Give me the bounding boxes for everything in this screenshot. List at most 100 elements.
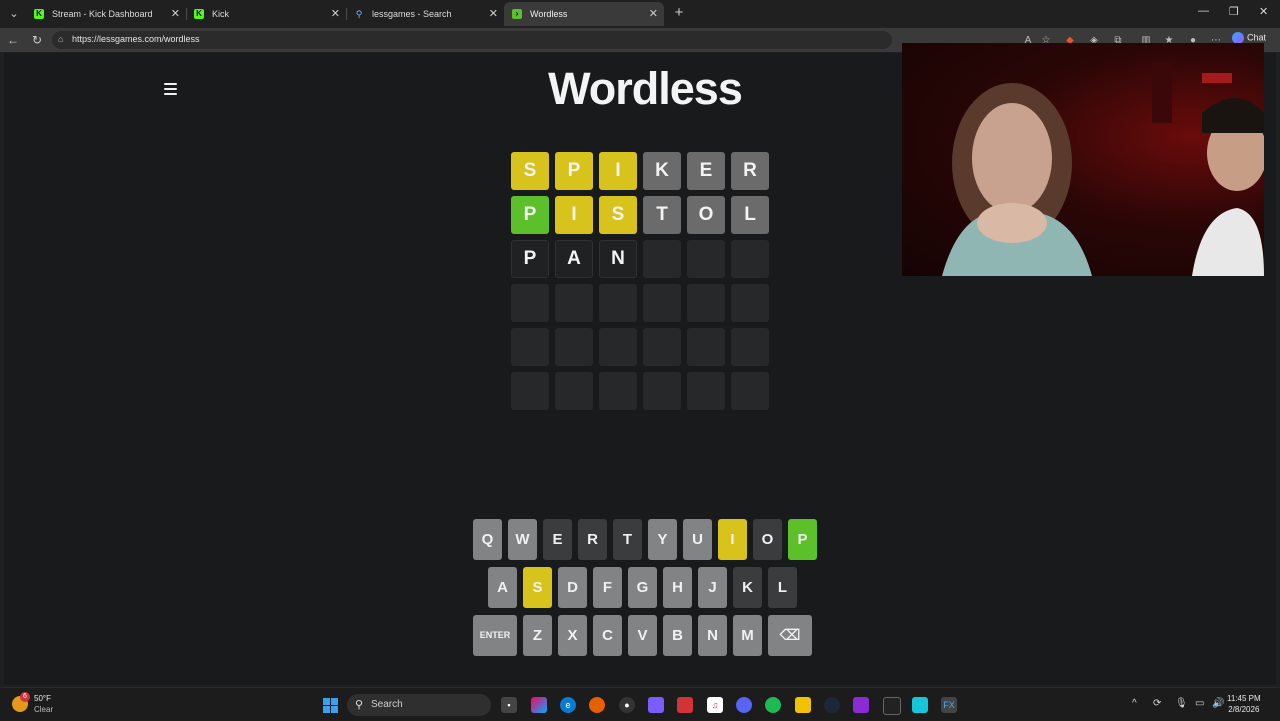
file-explorer-icon[interactable] [795,697,811,713]
close-tab-icon[interactable]: ✕ [331,2,340,26]
backspace-key[interactable]: ⌫ [768,615,812,656]
chat-label: Chat [1247,32,1267,43]
kick-icon: K [194,9,204,19]
address-bar[interactable]: ⌂ https://lessgames.com/wordless [52,31,892,49]
key-e[interactable]: E [543,519,572,560]
board-tile: N [599,240,637,278]
enter-key[interactable]: ENTER [473,615,517,656]
tab-label: Kick [212,9,230,19]
close-tab-icon[interactable]: ✕ [649,2,658,26]
new-tab-button[interactable]: + [670,4,688,22]
app-icon[interactable]: ▪ [501,697,517,713]
key-i[interactable]: I [718,519,747,560]
key-p[interactable]: P [788,519,817,560]
webcam-image [942,63,1264,276]
minimize-icon[interactable]: — [1198,5,1209,17]
board-tile-empty [731,284,769,322]
show-hidden-icons-icon[interactable]: ^ [1132,698,1137,709]
board-tile: I [599,152,637,190]
key-r[interactable]: R [578,519,607,560]
taskbar-search[interactable]: ⚲ Search [347,694,491,716]
webcam-overlay [902,43,1264,276]
weather-condition: Clear [34,705,54,714]
key-x[interactable]: X [558,615,587,656]
back-icon[interactable]: ← [5,32,21,48]
firefox-icon[interactable] [589,697,605,713]
notification-badge: 6 [20,692,30,702]
clock-time: 11:45 PM [1227,694,1261,703]
site-info-icon[interactable]: ⌂ [58,34,63,44]
key-s[interactable]: S [523,567,552,608]
board-tile: T [643,196,681,234]
key-f[interactable]: F [593,567,622,608]
edge-icon[interactable]: e [560,697,576,713]
tab-lessgames-search[interactable]: ⚲ lessgames - Search ✕ [346,2,504,26]
key-y[interactable]: Y [648,519,677,560]
obs-icon[interactable]: ● [619,697,635,713]
tab-wordless[interactable]: › Wordless ✕ [504,2,664,26]
board-tile: P [511,240,549,278]
key-q[interactable]: Q [473,519,502,560]
board-tile-empty [599,284,637,322]
tab-kick-dashboard[interactable]: K Stream - Kick Dashboard ✕ [26,2,186,26]
close-tab-icon[interactable]: ✕ [489,2,498,26]
volume-icon[interactable]: 🔊 [1212,698,1224,709]
board-tile: O [687,196,725,234]
key-v[interactable]: V [628,615,657,656]
display-icon[interactable]: ▭ [1195,698,1204,709]
key-l[interactable]: L [768,567,797,608]
app-icon[interactable] [677,697,693,713]
tab-kick[interactable]: K Kick ✕ [186,2,346,26]
board-tile-empty [555,328,593,366]
board-tile: A [555,240,593,278]
key-a[interactable]: A [488,567,517,608]
taskbar: 6 50°F Clear ⚲ Search ▪ e ● ♫ FX ^ ⟳ 🎙 ▭… [0,687,1280,721]
tab-actions-menu-icon[interactable]: ⌄ [4,4,24,24]
key-m[interactable]: M [733,615,762,656]
key-n[interactable]: N [698,615,727,656]
key-k[interactable]: K [733,567,762,608]
key-u[interactable]: U [683,519,712,560]
fx-app-icon[interactable]: FX [941,697,957,713]
sync-icon[interactable]: ⟳ [1153,698,1161,709]
tab-label: Wordless [530,9,568,19]
key-b[interactable]: B [663,615,692,656]
close-window-icon[interactable]: ✕ [1259,5,1268,18]
refresh-icon[interactable]: ↻ [29,32,45,48]
restore-icon[interactable]: ❐ [1229,5,1239,18]
steam-icon[interactable] [824,697,840,713]
discord-icon[interactable] [736,697,752,713]
key-t[interactable]: T [613,519,642,560]
itunes-icon[interactable]: ♫ [707,697,723,713]
key-h[interactable]: H [663,567,692,608]
key-j[interactable]: J [698,567,727,608]
app-icon[interactable] [853,697,869,713]
app-icon[interactable] [648,697,664,713]
key-g[interactable]: G [628,567,657,608]
copilot-app-icon[interactable] [531,697,547,713]
board-tile-empty [643,240,681,278]
board-tile: K [643,152,681,190]
close-tab-icon[interactable]: ✕ [171,2,180,26]
start-button[interactable] [323,698,338,713]
tab-label: lessgames - Search [372,9,452,19]
key-z[interactable]: Z [523,615,552,656]
board-tile: P [555,152,593,190]
board-tile: I [555,196,593,234]
spotify-icon[interactable] [765,697,781,713]
board-tile-empty [687,240,725,278]
board-tile-empty [643,372,681,410]
system-clock[interactable]: 11:45 PM 2/8/2026 [1227,693,1261,715]
key-c[interactable]: C [593,615,622,656]
search-icon: ⚲ [355,9,363,19]
key-o[interactable]: O [753,519,782,560]
board-tile-empty [687,284,725,322]
board-tile-empty [731,372,769,410]
app-icon[interactable] [883,697,901,715]
key-w[interactable]: W [508,519,537,560]
board-tile-empty [643,284,681,322]
search-placeholder: Search [371,699,403,710]
microphone-icon[interactable]: 🎙 [1175,698,1188,709]
app-icon[interactable] [912,697,928,713]
key-d[interactable]: D [558,567,587,608]
